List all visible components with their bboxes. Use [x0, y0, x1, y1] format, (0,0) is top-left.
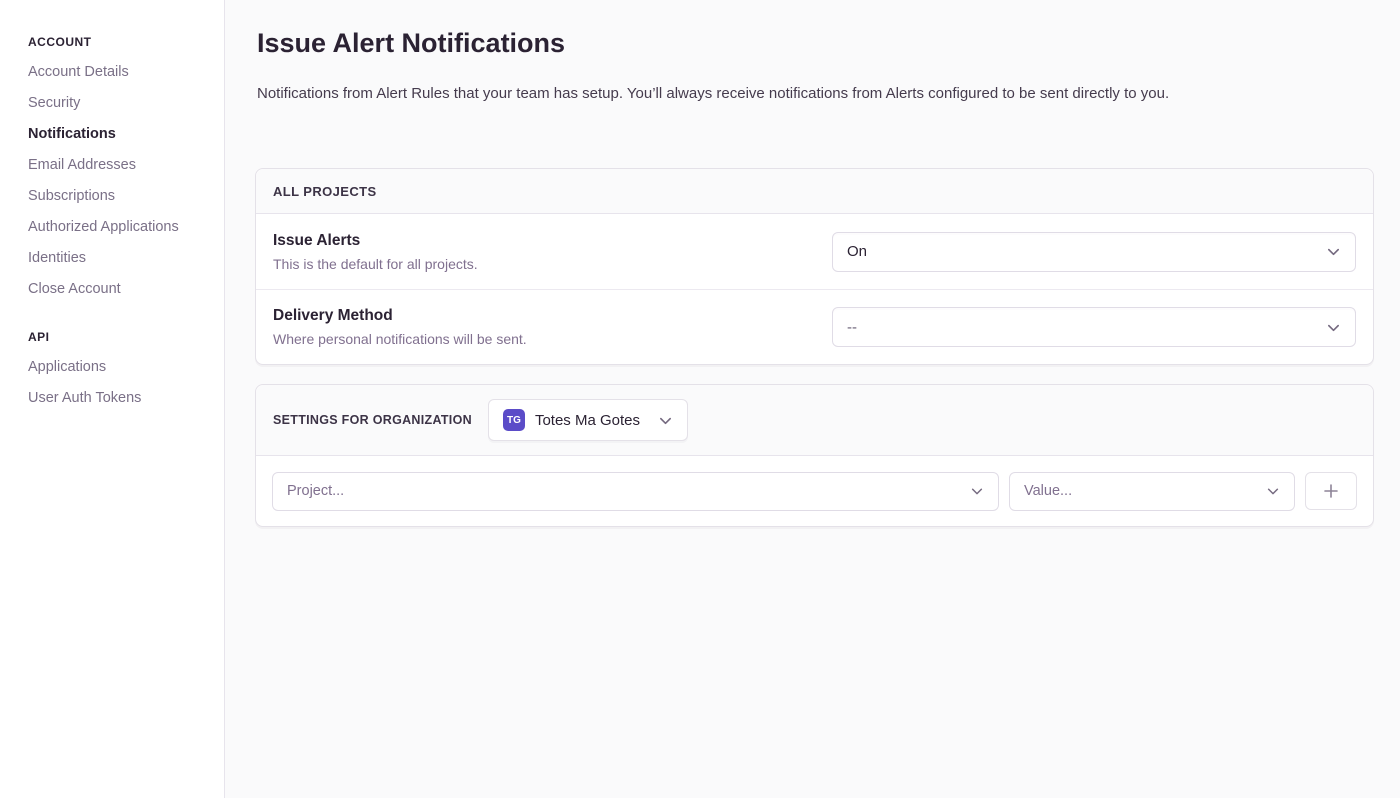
issue-alerts-select-value: On: [847, 243, 867, 260]
sidebar-section-api: API Applications User Auth Tokens: [28, 328, 224, 413]
organization-panel: SETTINGS FOR ORGANIZATION TG Totes Ma Go…: [255, 384, 1374, 527]
sidebar-heading-api: API: [28, 328, 224, 346]
chevron-down-icon: [1326, 244, 1341, 259]
settings-sidebar: ACCOUNT Account Details Security Notific…: [0, 0, 225, 798]
page-title: Issue Alert Notifications: [257, 24, 1374, 62]
sidebar-item-security[interactable]: Security: [28, 87, 224, 118]
sidebar-item-notifications[interactable]: Notifications: [28, 118, 224, 149]
all-projects-panel-header: ALL PROJECTS: [256, 169, 1373, 214]
delivery-method-select[interactable]: --: [832, 307, 1356, 347]
sidebar-section-account: ACCOUNT Account Details Security Notific…: [28, 33, 224, 304]
delivery-method-label: Delivery Method: [273, 307, 832, 325]
issue-alerts-text: Issue Alerts This is the default for all…: [273, 232, 832, 272]
project-select-placeholder: Project...: [287, 483, 344, 499]
sidebar-item-account-details[interactable]: Account Details: [28, 56, 224, 87]
issue-alerts-label: Issue Alerts: [273, 232, 832, 250]
delivery-method-text: Delivery Method Where personal notificat…: [273, 307, 832, 347]
chevron-down-icon: [1266, 484, 1280, 498]
chevron-down-icon: [658, 413, 673, 428]
chevron-down-icon: [970, 484, 984, 498]
issue-alerts-description: This is the default for all projects.: [273, 256, 832, 272]
value-select-placeholder: Value...: [1024, 483, 1072, 499]
issue-alerts-select[interactable]: On: [832, 232, 1356, 272]
value-select[interactable]: Value...: [1009, 472, 1295, 511]
sidebar-item-identities[interactable]: Identities: [28, 242, 224, 273]
sidebar-heading-account: ACCOUNT: [28, 33, 224, 51]
delivery-method-select-value: --: [847, 319, 857, 336]
sidebar-item-email-addresses[interactable]: Email Addresses: [28, 149, 224, 180]
sidebar-item-authorized-applications[interactable]: Authorized Applications: [28, 211, 224, 242]
delivery-method-row: Delivery Method Where personal notificat…: [256, 289, 1373, 364]
sidebar-item-applications[interactable]: Applications: [28, 351, 224, 382]
sidebar-item-user-auth-tokens[interactable]: User Auth Tokens: [28, 382, 224, 413]
page-subtitle: Notifications from Alert Rules that your…: [257, 84, 1374, 104]
all-projects-panel: ALL PROJECTS Issue Alerts This is the de…: [255, 168, 1374, 365]
add-rule-button[interactable]: [1305, 472, 1357, 510]
project-select[interactable]: Project...: [272, 472, 999, 511]
issue-alerts-row: Issue Alerts This is the default for all…: [256, 214, 1373, 289]
delivery-method-description: Where personal notifications will be sen…: [273, 331, 832, 347]
organization-header-label: SETTINGS FOR ORGANIZATION: [273, 413, 472, 427]
sidebar-item-close-account[interactable]: Close Account: [28, 273, 224, 304]
project-fine-tune-row: Project... Value...: [256, 456, 1373, 526]
main-content: Issue Alert Notifications Notifications …: [225, 0, 1400, 798]
chevron-down-icon: [1326, 320, 1341, 335]
organization-name: Totes Ma Gotes: [535, 412, 640, 429]
plus-icon: [1322, 482, 1340, 500]
organization-select[interactable]: TG Totes Ma Gotes: [488, 399, 688, 441]
organization-panel-header: SETTINGS FOR ORGANIZATION TG Totes Ma Go…: [256, 385, 1373, 456]
organization-avatar: TG: [503, 409, 525, 431]
sidebar-item-subscriptions[interactable]: Subscriptions: [28, 180, 224, 211]
